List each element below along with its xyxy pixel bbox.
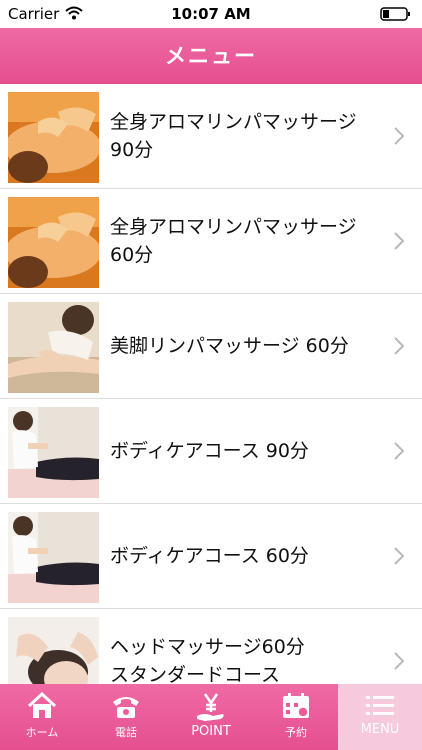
- menu-item[interactable]: ボディケアコース 60分: [0, 504, 422, 609]
- menu-item[interactable]: 美脚リンパマッサージ 60分: [0, 294, 422, 399]
- phone-icon: [113, 697, 139, 718]
- calendar-icon: [283, 693, 309, 718]
- menu-item-name: ヘッドマッサージ60分: [110, 636, 305, 658]
- page-title: メニュー: [165, 44, 257, 68]
- status-time: 10:07 AM: [171, 5, 251, 23]
- menu-item[interactable]: 全身アロマリンパマッサージ 90分: [0, 84, 422, 189]
- chevron-right-icon: [394, 547, 404, 565]
- yen-hand-icon: [197, 693, 224, 721]
- body-care-photo: [8, 512, 99, 603]
- list-icon: [366, 696, 394, 715]
- tab-point[interactable]: POINT: [168, 684, 254, 750]
- menu-item-title: ヘッドマッサージ60分 スタンダードコース: [110, 609, 380, 684]
- chevron-right-icon: [394, 652, 404, 670]
- chevron-right-icon: [394, 442, 404, 460]
- tab-label: MENU: [360, 722, 400, 737]
- body-care-photo: [8, 407, 99, 498]
- tab-label: ホーム: [25, 726, 59, 739]
- tab-label: POINT: [191, 724, 231, 739]
- leg-massage-photo: [8, 302, 99, 393]
- chevron-right-icon: [394, 127, 404, 145]
- tab-menu[interactable]: MENU: [338, 684, 422, 750]
- menu-item-subtitle: スタンダードコース: [110, 664, 281, 684]
- menu-item-name: ボディケアコース 90分: [110, 440, 309, 462]
- menu-item-name: 全身アロマリンパマッサージ: [110, 216, 357, 238]
- menu-list: 全身アロマリンパマッサージ 90分 全身アロマリンパマッサージ 60分 美脚リン…: [0, 84, 422, 684]
- massage-photo: [8, 197, 99, 288]
- status-bar: Carrier 10:07 AM: [0, 0, 422, 28]
- menu-item-duration: 90分: [110, 139, 154, 161]
- menu-item-title: 美脚リンパマッサージ 60分: [110, 294, 380, 398]
- menu-item-title: 全身アロマリンパマッサージ 90分: [110, 84, 380, 188]
- menu-item-name: 全身アロマリンパマッサージ: [110, 111, 357, 133]
- tab-phone[interactable]: 電話: [84, 684, 168, 750]
- chevron-right-icon: [394, 337, 404, 355]
- menu-item[interactable]: ボディケアコース 90分: [0, 399, 422, 504]
- menu-item-title: ボディケアコース 60分: [110, 504, 380, 608]
- tab-reservation[interactable]: 予約: [254, 684, 338, 750]
- menu-item[interactable]: 全身アロマリンパマッサージ 60分: [0, 189, 422, 294]
- head-massage-photo: [8, 617, 99, 684]
- menu-item-name: 美脚リンパマッサージ 60分: [110, 335, 349, 357]
- battery-icon: [380, 7, 410, 21]
- chevron-right-icon: [394, 232, 404, 250]
- menu-item-duration: 60分: [110, 244, 154, 266]
- tab-bar: ホーム 電話 POINT 予約 MENU: [0, 684, 422, 750]
- menu-item[interactable]: ヘッドマッサージ60分 スタンダードコース: [0, 609, 422, 684]
- menu-item-title: ボディケアコース 90分: [110, 399, 380, 503]
- nav-bar: メニュー: [0, 28, 422, 84]
- tab-label: 予約: [285, 726, 307, 739]
- massage-photo: [8, 92, 99, 183]
- tab-home[interactable]: ホーム: [0, 684, 84, 750]
- menu-item-name: ボディケアコース 60分: [110, 545, 309, 567]
- menu-item-title: 全身アロマリンパマッサージ 60分: [110, 189, 380, 293]
- tab-label: 電話: [115, 726, 137, 739]
- home-icon: [27, 692, 57, 718]
